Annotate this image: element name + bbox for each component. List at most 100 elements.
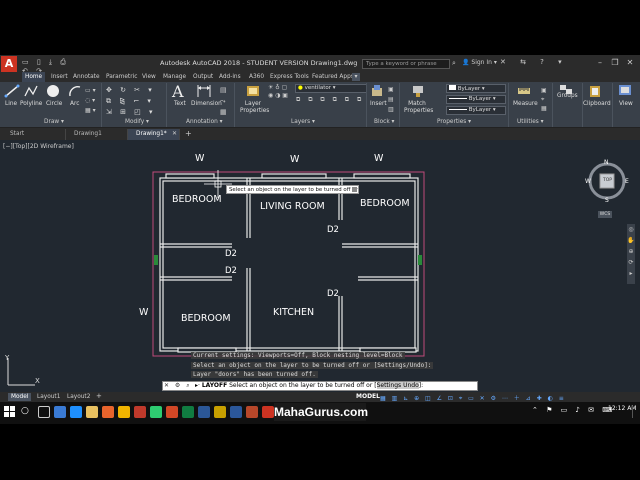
circle-tool-button[interactable] (46, 84, 60, 98)
block-small-tools[interactable]: ▣ ▤ ▥ (388, 85, 394, 115)
tab-a360[interactable]: A360 (246, 72, 267, 82)
measure-label: Measure (513, 101, 538, 107)
insert-block-button[interactable] (370, 84, 384, 98)
tab-home[interactable]: Home (22, 72, 46, 82)
restore-icon[interactable]: ❐ (609, 57, 621, 69)
firefox-icon[interactable] (102, 406, 114, 418)
close-tab-icon[interactable]: ✕ (172, 130, 177, 137)
navigation-bar[interactable]: ◎ ✋ ⊕ ⟳ ▸ (627, 224, 635, 284)
powerpoint-icon[interactable] (166, 406, 178, 418)
ribbon-toggle-icon[interactable]: ▾ (352, 73, 360, 81)
tab-annotate[interactable]: Annotate (70, 72, 103, 82)
clipboard-button[interactable] (588, 84, 602, 98)
command-history-line: Select an object on the layer to be turn… (191, 362, 434, 369)
task-view-icon[interactable] (38, 406, 50, 418)
view-button[interactable] (618, 84, 632, 96)
tab-manage[interactable]: Manage (160, 72, 189, 82)
autocad-logo-icon[interactable]: A (1, 56, 17, 72)
modify-tools[interactable]: ✥ ↻ ✂ ▾ ⧉ ⧎ ⌐ ▾ ⇲ ⊞ ◰ ▾ (106, 85, 156, 118)
model-space-button[interactable]: MODEL (356, 393, 380, 400)
line-tool-button[interactable] (4, 84, 20, 98)
layer-properties-button[interactable] (246, 84, 260, 98)
pdf-icon[interactable] (134, 406, 146, 418)
app-icon[interactable] (150, 406, 162, 418)
tab-output[interactable]: Output (190, 72, 216, 82)
tooltip-close-icon[interactable] (352, 187, 357, 192)
quick-access-toolbar[interactable]: ▭ ▯ ⤓ ⎙ ↶ ↷ (22, 58, 82, 75)
show-desktop-button[interactable] (632, 406, 638, 418)
autocad-taskbar-icon[interactable] (262, 406, 274, 418)
windows-start-icon[interactable] (4, 406, 16, 418)
utilities-group-text: Utilities (517, 119, 539, 125)
ie-icon[interactable] (70, 406, 82, 418)
command-arrow-icon: ▸· (195, 382, 200, 389)
app-icon[interactable] (246, 406, 258, 418)
compass-west: W (585, 178, 591, 185)
explorer-icon[interactable] (86, 406, 98, 418)
layer-properties-icon (247, 86, 259, 96)
edge-icon[interactable] (54, 406, 66, 418)
word-icon[interactable] (230, 406, 242, 418)
polyline-label: Polyline (20, 101, 43, 107)
help-tools-icons[interactable]: ✕ ⇆ ? ▾ (500, 58, 568, 66)
linetype-dropdown[interactable]: ByLayer ▾ (446, 106, 506, 115)
door-label: D2 (225, 266, 237, 276)
layer-dropdown[interactable]: ● ventilator ▾ (295, 84, 367, 93)
polyline-tool-button[interactable] (23, 84, 39, 98)
app-icon[interactable] (118, 406, 130, 418)
cortana-icon[interactable]: ○ (21, 406, 33, 418)
dimension-button[interactable] (196, 84, 212, 98)
ventilator-right (418, 255, 422, 265)
block-group-text: Block (374, 119, 390, 125)
tab-view[interactable]: View (139, 72, 159, 82)
layer-state-icons[interactable]: ☀ ♁ ▢ ◉ ◑ ▣ (268, 84, 288, 100)
group-separator (366, 83, 367, 127)
tab-add-ins[interactable]: Add-ins (216, 72, 244, 82)
excel-icon[interactable] (182, 406, 194, 418)
color-dropdown[interactable]: ByLayer ▾ (446, 84, 506, 93)
tab-express-tools[interactable]: Express Tools (267, 72, 312, 82)
draw-small-tools[interactable]: ▭ ▾ ◌ ▾ ▦ ▾ (85, 86, 96, 116)
tab-layout1[interactable]: Layout1 (34, 393, 63, 401)
properties-group-text: Properties (437, 119, 467, 125)
layer-tools-row[interactable]: ⧉ ⧉ ⧉ ⧉ ⧉ ⧉ (296, 96, 364, 104)
new-tab-icon[interactable]: + (185, 129, 192, 138)
tab-start[interactable]: Start (2, 129, 66, 140)
app-icon[interactable] (214, 406, 226, 418)
tab-model[interactable]: Model (8, 393, 32, 401)
svg-text:Y: Y (4, 354, 10, 362)
search-input[interactable]: Type a keyword or phrase (362, 59, 450, 69)
view-icon (619, 85, 631, 95)
tab-parametric[interactable]: Parametric (103, 72, 140, 82)
match-properties-button[interactable] (411, 84, 425, 98)
window-label: W (195, 153, 205, 164)
sign-in-button[interactable]: 👤 Sign In ▾ (462, 59, 497, 66)
lineweight-dropdown[interactable]: ByLayer ▾ (446, 95, 506, 104)
room-label-bedroom: BEDROOM (181, 313, 231, 324)
text-icon[interactable]: A (172, 82, 184, 101)
arc-tool-button[interactable] (68, 84, 82, 98)
tab-drawing1[interactable]: Drawing1 (66, 129, 128, 140)
circle-label: Circle (46, 101, 63, 107)
wcs-menu[interactable]: WCS (598, 211, 612, 218)
close-icon[interactable]: ✕ (624, 57, 636, 69)
measure-button[interactable] (517, 84, 531, 98)
compass-east: E (625, 178, 629, 185)
annotation-small-tools[interactable]: ▤ ⤳ ▦ (220, 85, 227, 118)
system-tray-icons[interactable]: ⌃ ⚑ ▭ ♪ ✉ ⌨ (532, 406, 615, 414)
minimize-icon[interactable]: – (594, 57, 606, 69)
arc-icon (69, 86, 81, 97)
tab-insert[interactable]: Insert (48, 72, 71, 82)
viewcube-top-face[interactable]: TOP (603, 178, 612, 183)
command-close-icon[interactable]: ✕ ⚙ ⌕ (164, 382, 192, 390)
utilities-small-tools[interactable]: ▣ ⌖ ▦ (541, 86, 547, 113)
add-layout-icon[interactable]: + (96, 392, 102, 400)
room-label-living-room: LIVING ROOM (260, 201, 325, 212)
app-icon[interactable] (198, 406, 210, 418)
tab-layout2[interactable]: Layout2 (64, 393, 93, 401)
window-label: W (374, 153, 384, 164)
search-icon[interactable]: ⌕ (452, 59, 456, 68)
command-option[interactable]: Settings Undo (376, 382, 419, 389)
tab-featured-apps[interactable]: Featured Apps (309, 72, 357, 82)
measure-icon (518, 88, 530, 94)
